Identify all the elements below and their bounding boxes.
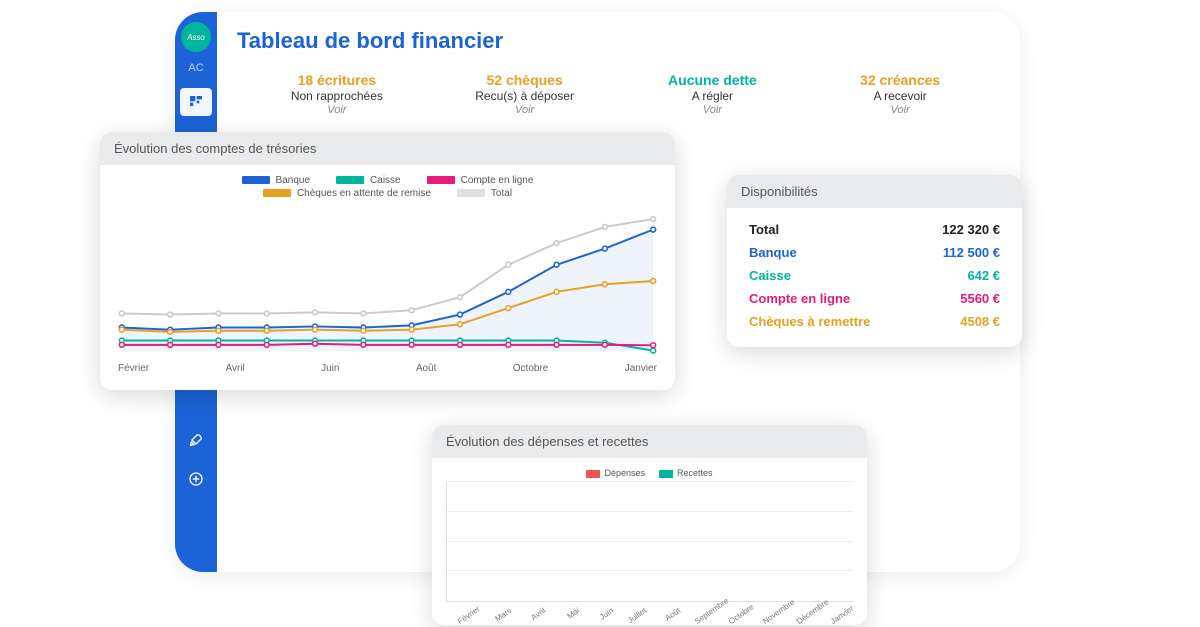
availability-row: Compte en ligne 5560 € [741,287,1008,310]
availability-card-title: Disponibilités [727,175,1022,208]
legend-depenses: Dépenses [604,468,645,478]
stat-headline: 18 écritures [243,72,431,88]
expenses-legend: Dépenses Recettes [446,468,853,478]
stats-row: 18 écrituresNon rapprochéesVoir52 chèque… [237,72,1000,136]
availability-card: Disponibilités Total 122 320 € Banque 112 5… [727,175,1022,347]
sidebar-item-rocket[interactable] [188,432,204,453]
availability-value: 112 500 € [943,245,1000,260]
stat-headline: 32 créances [806,72,994,88]
availability-row: Chèques à remettre 4508 € [741,310,1008,333]
availability-value: 642 € [967,268,1000,283]
availability-label: Chèques à remettre [749,314,870,329]
treasury-chart[interactable] [114,201,661,361]
sidebar-item-add[interactable] [188,471,204,492]
stat-item: Aucune detteA réglerVoir [619,72,807,116]
stat-headline: 52 chèques [431,72,619,88]
availability-label: Caisse [749,268,791,283]
stat-link[interactable]: Voir [619,104,807,116]
page-title: Tableau de bord financier [237,28,1000,54]
dashboard-icon [188,94,204,110]
expenses-chart[interactable] [446,482,853,602]
treasury-legend-2: Chèques en attente de remise Total [114,188,661,199]
availability-label: Compte en ligne [749,291,850,306]
stat-item: 52 chèquesRecu(s) à déposerVoir [431,72,619,116]
legend-cheques: Chèques en attente de remise [297,188,431,199]
rocket-icon [188,432,204,448]
stat-headline: Aucune dette [619,72,807,88]
stat-link[interactable]: Voir [243,104,431,116]
plus-circle-icon [188,471,204,487]
legend-total: Total [491,188,512,199]
stat-sub: A recevoir [806,89,994,103]
legend-compte-en-ligne: Compte en ligne [461,175,534,186]
treasury-x-axis: FévrierAvrilJuinAoûtOctobreJanvier [114,361,661,374]
availability-value: 5560 € [960,291,1000,306]
expenses-card-title: Évolution des dépenses et recettes [432,425,867,458]
availability-row: Total 122 320 € [741,218,1008,241]
availability-label: Total [749,222,779,237]
stat-sub: Non rapprochées [243,89,431,103]
org-label[interactable]: AC [188,62,203,74]
availability-value: 122 320 € [942,222,1000,237]
stat-item: 32 créancesA recevoirVoir [806,72,994,116]
expenses-card: Évolution des dépenses et recettes Dépen… [432,425,867,625]
legend-recettes: Recettes [677,468,713,478]
availability-row: Banque 112 500 € [741,241,1008,264]
stat-sub: Recu(s) à déposer [431,89,619,103]
stat-link[interactable]: Voir [806,104,994,116]
expenses-x-axis: FévrierMarsAvrilMaiJuinJuilletAoûtSeptem… [446,606,853,615]
legend-banque: Banque [276,175,310,186]
stat-item: 18 écrituresNon rapprochéesVoir [243,72,431,116]
availability-row: Caisse 642 € [741,264,1008,287]
treasury-card-title: Évolution des comptes de trésories [100,132,675,165]
app-logo[interactable]: Asso [181,22,211,52]
stat-link[interactable]: Voir [431,104,619,116]
sidebar-item-dashboard[interactable] [180,88,212,116]
treasury-card: Évolution des comptes de trésories Banqu… [100,132,675,390]
availability-label: Banque [749,245,797,260]
legend-caisse: Caisse [370,175,401,186]
availability-value: 4508 € [960,314,1000,329]
stat-sub: A régler [619,89,807,103]
treasury-legend: Banque Caisse Compte en ligne [114,175,661,186]
